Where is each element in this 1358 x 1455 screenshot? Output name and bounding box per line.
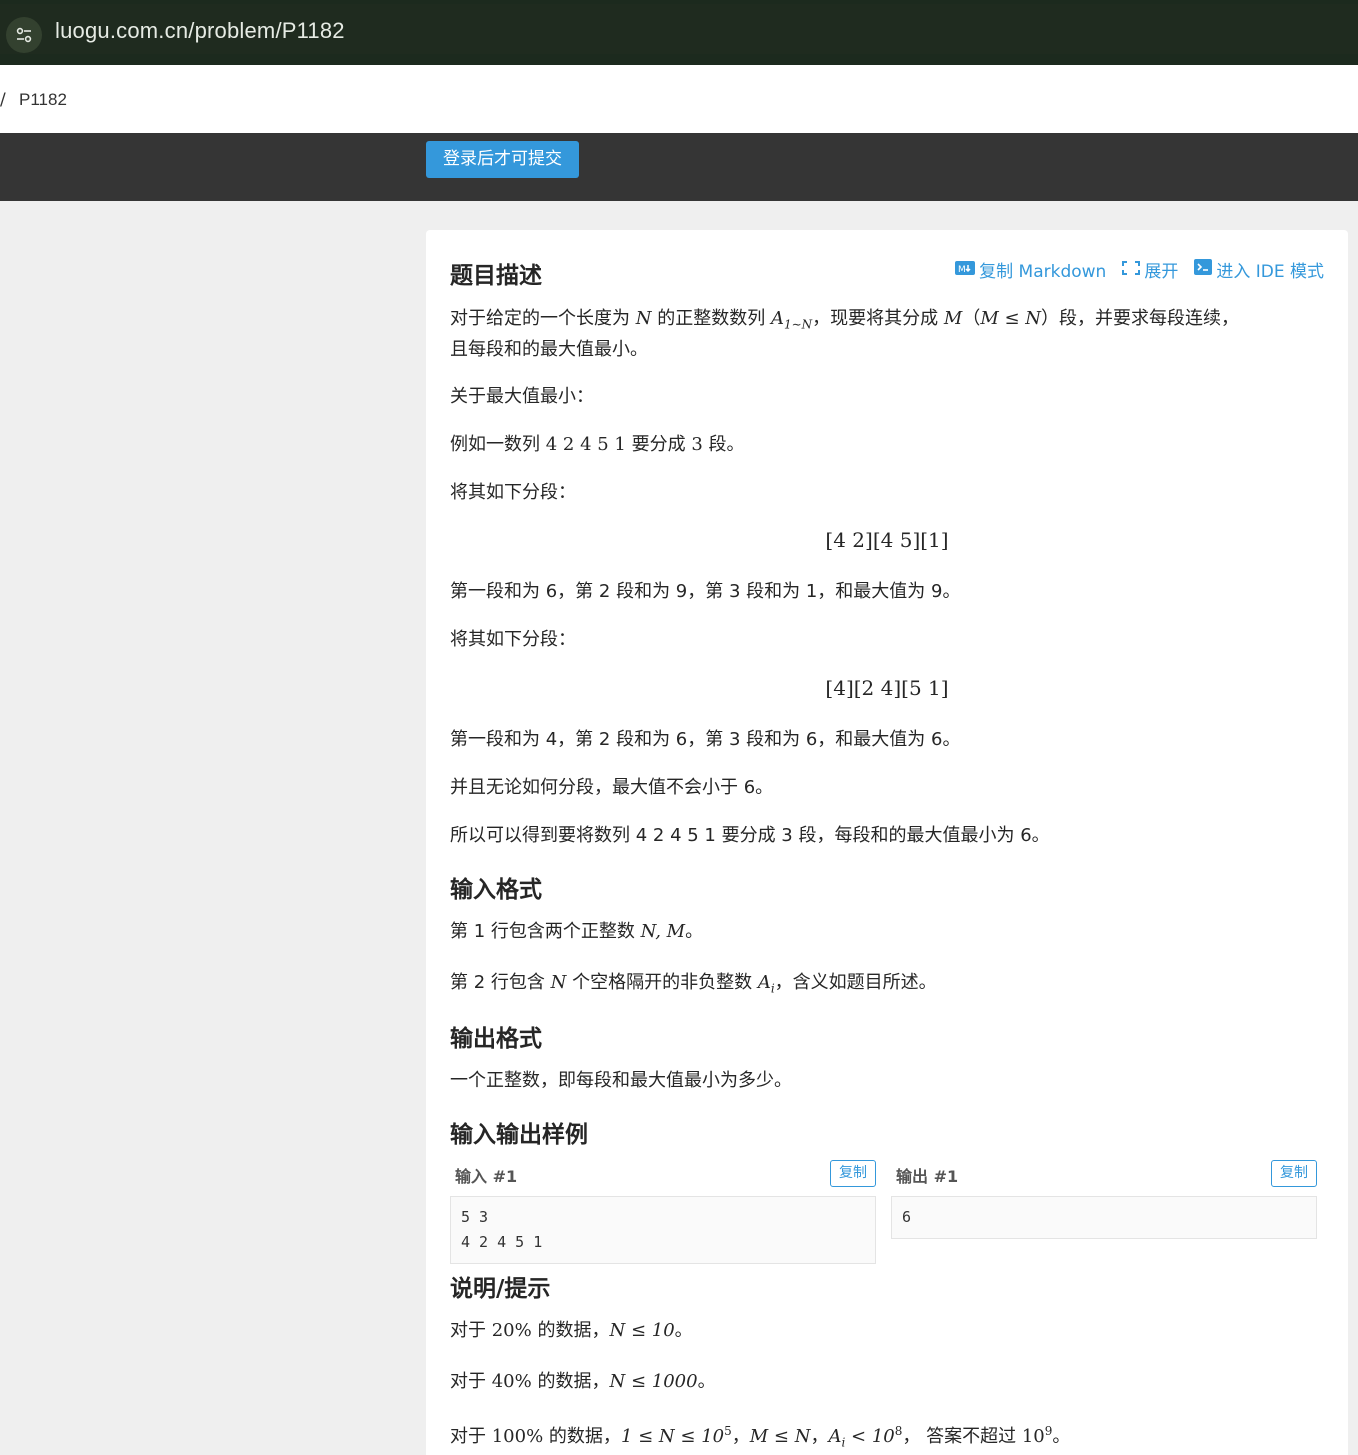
- description-paragraph-2: 关于最大值最小：: [450, 386, 594, 407]
- site-settings-icon[interactable]: [6, 17, 42, 53]
- problem-card: 题目描述 M 复制 Markdown 展开 进入 IDE 模式 对于给定的一个长…: [426, 230, 1348, 1455]
- hint-line-2: 对于 40% 的数据，N ≤ 1000。: [450, 1371, 716, 1392]
- ide-mode-label: 进入 IDE 模式: [1216, 262, 1324, 282]
- description-paragraph-3: 例如一数列 4 2 4 5 1 要分成 3 段。: [450, 434, 745, 455]
- input-format-line-2: 第 2 行包含 N 个空格隔开的非负整数 Ai，含义如题目所述。: [450, 972, 937, 996]
- description-paragraph-5: 第一段和为 6，第 2 段和为 9，第 3 段和为 1，和最大值为 9。: [450, 581, 961, 602]
- terminal-icon: [1194, 259, 1213, 280]
- input-format-title: 输入格式: [450, 877, 542, 903]
- samples-title: 输入输出样例: [450, 1122, 588, 1148]
- url-text[interactable]: luogu.com.cn/problem/P1182: [55, 18, 345, 44]
- split-example-2: [4][2 4][5 1]: [825, 676, 949, 700]
- description-paragraph-9: 所以可以得到要将数列 4 2 4 5 1 要分成 3 段，每段和的最大值最小为 …: [450, 825, 1050, 846]
- address-bar[interactable]: luogu.com.cn/problem/P1182: [0, 4, 1358, 54]
- sample-input-box: 输入 #1 复制 5 3 4 2 4 5 1: [450, 1160, 876, 1264]
- output-format-title: 输出格式: [450, 1026, 542, 1052]
- description-paragraph-6: 将其如下分段：: [450, 629, 576, 650]
- problem-actions: M 复制 Markdown 展开 进入 IDE 模式: [955, 257, 1324, 282]
- svg-text:M: M: [958, 265, 966, 275]
- output-format-text: 一个正整数，即每段和最大值最小为多少。: [450, 1070, 792, 1091]
- input-format-line-1: 第 1 行包含两个正整数 N, M。: [450, 921, 704, 942]
- copy-markdown-button[interactable]: M 复制 Markdown: [955, 257, 1106, 282]
- copy-output-button[interactable]: 复制: [1271, 1160, 1317, 1187]
- ide-mode-button[interactable]: 进入 IDE 模式: [1194, 257, 1324, 282]
- sample-output-box: 输出 #1 复制 6: [891, 1160, 1317, 1239]
- sample-input-label: 输入 #1: [455, 1167, 518, 1186]
- sample-output-label: 输出 #1: [896, 1167, 959, 1186]
- hints-title: 说明/提示: [450, 1276, 551, 1302]
- description-paragraph-1-line2: 且每段和的最大值最小。: [450, 339, 648, 360]
- breadcrumb: / P1182: [0, 65, 1358, 133]
- expand-label: 展开: [1144, 262, 1179, 282]
- expand-icon: [1122, 260, 1141, 280]
- login-to-submit-button[interactable]: 登录后才可提交: [426, 141, 579, 178]
- copy-markdown-label: 复制 Markdown: [979, 262, 1107, 282]
- hint-line-3: 对于 100% 的数据，1 ≤ N ≤ 105，M ≤ N，Ai < 108， …: [450, 1424, 1071, 1450]
- hint-line-1: 对于 20% 的数据，N ≤ 10。: [450, 1320, 693, 1341]
- browser-bar: luogu.com.cn/problem/P1182: [0, 0, 1358, 65]
- split-example-1: [4 2][4 5][1]: [825, 528, 949, 552]
- copy-input-button[interactable]: 复制: [830, 1160, 876, 1187]
- sample-input-content[interactable]: 5 3 4 2 4 5 1: [450, 1196, 876, 1264]
- markdown-icon: M: [955, 260, 976, 280]
- problem-header: 登录后才可提交: [0, 133, 1358, 201]
- sample-output-content[interactable]: 6: [891, 1196, 1317, 1239]
- description-title: 题目描述: [450, 263, 542, 289]
- expand-button[interactable]: 展开: [1122, 257, 1178, 282]
- description-paragraph-7: 第一段和为 4，第 2 段和为 6，第 3 段和为 6，和最大值为 6。: [450, 729, 961, 750]
- description-paragraph-8: 并且无论如何分段，最大值不会小于 6。: [450, 777, 774, 798]
- breadcrumb-separator: /: [0, 90, 6, 110]
- description-paragraph-4: 将其如下分段：: [450, 482, 576, 503]
- breadcrumb-problem-id: P1182: [19, 90, 67, 109]
